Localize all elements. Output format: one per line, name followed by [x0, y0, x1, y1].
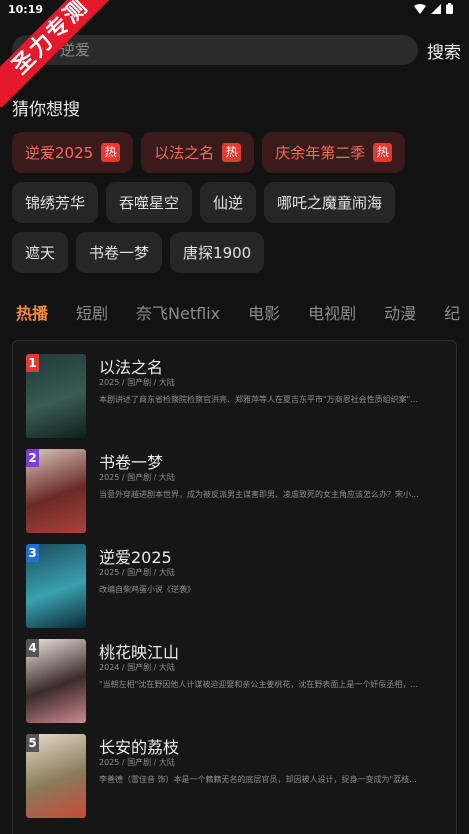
suggest-chip[interactable]: 逆爱2025 热	[12, 132, 134, 173]
suggest-chips: 逆爱2025 热 以法之名 热 庆余年第二季 热 锦绣芳华 吞噬星空 仙逆 哪吒…	[12, 132, 462, 282]
item-meta: 2025 / 国产剧 / 大陆	[99, 568, 175, 577]
item-title: 长安的荔枝	[99, 738, 180, 757]
tab-documentary[interactable]: 纪	[444, 300, 460, 324]
search-bar[interactable]: 逆爱	[12, 35, 418, 65]
chip-label: 逆爱2025	[25, 144, 94, 162]
suggest-chip[interactable]: 吞噬星空	[106, 182, 193, 223]
tab-hot[interactable]: 热播	[16, 300, 48, 324]
category-tabs: 热播 短剧 奈飞Netflix 电影 电视剧 动漫 纪	[16, 300, 460, 324]
tab-short-drama[interactable]: 短剧	[76, 300, 108, 324]
item-title: 桃花映江山	[99, 643, 180, 662]
chip-label: 哪吒之魔童闹海	[277, 194, 383, 212]
chip-row: 逆爱2025 热 以法之名 热 庆余年第二季 热	[12, 132, 462, 173]
item-meta: 2025 / 国产剧 / 大陆	[99, 758, 175, 767]
status-time: 10:19	[8, 3, 44, 16]
tab-netflix[interactable]: 奈飞Netflix	[136, 300, 220, 324]
item-desc: 李善德（雷佳音 饰）本是一个籍籍无名的底层官员，却因被人设计，捉身一变成为"荔枝…	[99, 775, 417, 784]
chip-label: 唐探1900	[183, 244, 252, 262]
item-meta: 2024 / 国产剧 / 大陆	[99, 663, 175, 672]
status-icons	[414, 3, 453, 14]
item-meta: 2025 / 国产剧 / 大陆	[99, 378, 175, 387]
suggest-chip[interactable]: 遮天	[12, 232, 69, 273]
poster-image[interactable]: 1	[26, 354, 86, 438]
list-item[interactable]: 1 以法之名 2025 / 国产剧 / 大陆 本剧讲述了商东省检察院检察官洪亮、…	[26, 354, 446, 438]
suggest-chip[interactable]: 哪吒之魔童闹海	[264, 182, 396, 223]
item-desc: 改编自柴鸡蛋小说《逆袭》	[99, 585, 195, 594]
rank-badge: 1	[26, 354, 39, 372]
hot-badge: 热	[101, 143, 121, 162]
rank-badge: 2	[26, 449, 39, 467]
wifi-icon	[414, 3, 426, 14]
ranking-list: 1 以法之名 2025 / 国产剧 / 大陆 本剧讲述了商东省检察院检察官洪亮、…	[12, 340, 457, 834]
poster-image[interactable]: 5	[26, 734, 86, 818]
chip-label: 锦绣芳华	[25, 194, 86, 212]
suggest-title: 猜你想搜	[12, 100, 80, 120]
poster-image[interactable]: 3	[26, 544, 86, 628]
item-desc: 本剧讲述了商东省检察院检察官洪亮、郑雅萍等人在夏吉东平市"万商恩社会性质组织案"…	[99, 395, 418, 404]
chip-row: 遮天 书卷一梦 唐探1900	[12, 232, 462, 273]
suggest-chip[interactable]: 庆余年第二季 热	[262, 132, 406, 173]
chip-label: 仙逆	[213, 194, 244, 212]
item-title: 书卷一梦	[99, 453, 164, 472]
chip-row: 锦绣芳华 吞噬星空 仙逆 哪吒之魔童闹海	[12, 182, 462, 223]
battery-icon	[446, 3, 453, 14]
chip-label: 以法之名	[154, 144, 215, 162]
list-item[interactable]: 5 长安的荔枝 2025 / 国产剧 / 大陆 李善德（雷佳音 饰）本是一个籍籍…	[26, 734, 446, 818]
item-desc: 当意外穿越进剧本世界，成为被反派男主谋害即男、凌虐致死的女主角应该怎么办？宋小.…	[99, 490, 419, 499]
poster-image[interactable]: 4	[26, 639, 86, 723]
suggest-chip[interactable]: 锦绣芳华	[12, 182, 99, 223]
chip-label: 书卷一梦	[89, 244, 150, 262]
hot-badge: 热	[373, 143, 393, 162]
rank-badge: 4	[26, 639, 39, 657]
list-item[interactable]: 2 书卷一梦 2025 / 国产剧 / 大陆 当意外穿越进剧本世界，成为被反派男…	[26, 449, 446, 533]
suggest-chip[interactable]: 唐探1900	[170, 232, 265, 273]
item-title: 逆爱2025	[99, 548, 172, 567]
chip-label: 吞噬星空	[119, 194, 180, 212]
poster-image[interactable]: 2	[26, 449, 86, 533]
tab-movie[interactable]: 电影	[248, 300, 280, 324]
search-button[interactable]: 搜索	[427, 38, 461, 63]
rank-badge: 5	[26, 734, 39, 752]
item-desc: "当朝左相"沈在野因他人计谋被迫迎娶和亲公主姜桃花，沈在野表面上是一个奸佞丞相，…	[99, 680, 418, 689]
tab-anime[interactable]: 动漫	[384, 300, 416, 324]
suggest-chip[interactable]: 以法之名 热	[141, 132, 255, 173]
item-title: 以法之名	[99, 358, 164, 377]
hot-badge: 热	[222, 143, 242, 162]
tab-tv[interactable]: 电视剧	[308, 300, 356, 324]
chip-label: 庆余年第二季	[275, 144, 366, 162]
rank-badge: 3	[26, 544, 39, 562]
chip-label: 遮天	[25, 244, 56, 262]
item-meta: 2025 / 国产剧 / 大陆	[99, 473, 175, 482]
suggest-chip[interactable]: 仙逆	[200, 182, 257, 223]
signal-icon	[431, 3, 441, 14]
list-item[interactable]: 4 桃花映江山 2024 / 国产剧 / 大陆 "当朝左相"沈在野因他人计谋被迫…	[26, 639, 446, 723]
list-item[interactable]: 3 逆爱2025 2025 / 国产剧 / 大陆 改编自柴鸡蛋小说《逆袭》	[26, 544, 446, 628]
suggest-chip[interactable]: 书卷一梦	[76, 232, 163, 273]
